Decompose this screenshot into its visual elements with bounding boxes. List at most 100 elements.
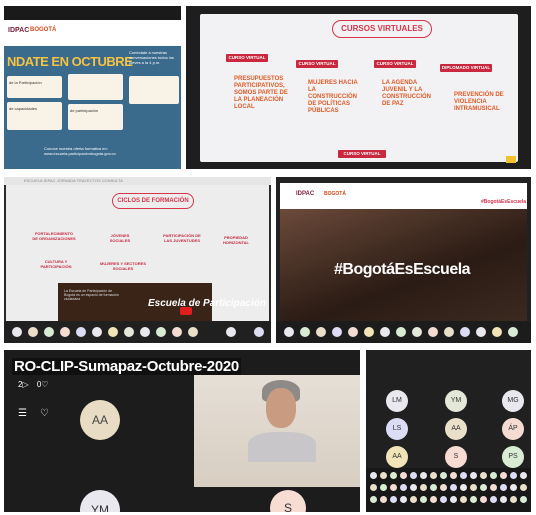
idpac-logo: IDPAC <box>8 27 30 34</box>
course-title: MUJERES HACIA LA CONSTRUCCIÓN DE POLÍTIC… <box>308 80 358 114</box>
bogota-logo: BOGOTÁ <box>30 27 57 33</box>
course-title: PREVENCIÓN DE VIOLENCIA INTRAMUSICAL <box>454 92 504 112</box>
participant-avatar <box>60 327 70 337</box>
participant-avatar <box>430 496 437 503</box>
flyer-footer: Conoce nuestra oferta formativa en: www.… <box>44 146 116 156</box>
participant-avatar <box>470 496 477 503</box>
participant-avatar: LS <box>386 418 408 440</box>
participant-avatar <box>490 472 497 479</box>
cycle-label: PARTICIPACIÓN DE LAS JUVENTUDES <box>163 233 201 243</box>
participant-avatar <box>400 496 407 503</box>
participant-avatar <box>284 327 294 337</box>
participant-avatar <box>420 496 427 503</box>
participant-avatar: ÁP <box>502 418 524 440</box>
ciclos-formacion-screenshot: ESCUELA IDPAC JORNADA TRAYECTOS CONSULTA… <box>4 177 271 343</box>
participant-avatar <box>500 472 507 479</box>
play-icon[interactable] <box>180 307 192 315</box>
escuela-flyer-screenshot: IDPAC BOGOTÁ NDATE EN OCTUBRE Conéctate … <box>4 6 181 169</box>
clip-stats: 2▷ 0♡ <box>18 380 48 389</box>
speaker-face <box>266 388 296 428</box>
participant-avatar <box>332 327 342 337</box>
clip-title: RO-CLIP-Sumapaz-Octubre-2020 <box>12 358 241 375</box>
participant-avatar: MG <box>502 390 524 412</box>
course-title: LA AGENDA JUVENIL Y LA CONSTRUCCIÓN DE P… <box>382 80 431 107</box>
participant-avatar <box>390 472 397 479</box>
cycle-label: FORTALECIMIENTO DE ORGANIZACIONES <box>32 231 76 241</box>
ciclos-title: CICLOS DE FORMACIÓN <box>112 193 194 209</box>
course-pill: CURSO VIRTUAL <box>226 54 268 62</box>
heart-icon[interactable]: ♡ <box>40 408 49 419</box>
participant-avatar <box>92 327 102 337</box>
participant-avatar <box>500 484 507 491</box>
course-pill: CURSO VIRTUAL <box>338 150 386 158</box>
card-text: de participación <box>70 108 99 113</box>
video-description: La Escuela de Participación de Bogotá es… <box>64 289 119 301</box>
participant-avatar: PS <box>502 446 524 468</box>
participant-avatar <box>480 484 487 491</box>
next-arrow-button[interactable] <box>506 156 516 163</box>
participant-avatar <box>510 496 517 503</box>
participant-avatar: AA <box>445 418 467 440</box>
flyer-header <box>4 20 181 46</box>
participant-avatar: YM <box>445 390 467 412</box>
cursos-virtuales-screenshot: CURSOS VIRTUALES CURSO VIRTUAL CURSO VIR… <box>186 6 531 169</box>
participant-avatar <box>370 472 377 479</box>
participant-avatar <box>370 484 377 491</box>
participant-avatar <box>470 484 477 491</box>
participant-avatar <box>188 327 198 337</box>
participant-avatar <box>460 496 467 503</box>
participant-avatar <box>444 327 454 337</box>
participant-avatar <box>370 496 377 503</box>
course-pill: CURSO VIRTUAL <box>374 60 416 68</box>
participant-avatar <box>380 327 390 337</box>
participant-avatar <box>508 327 518 337</box>
cycle-label: JÓVENES SOCIALES <box>109 233 131 243</box>
participant-avatar: LM <box>386 390 408 412</box>
cycle-label: CULTURA Y PARTICIPACIÓN <box>40 259 72 269</box>
flyer-right-text: Conéctate a nuestras conversaciones todo… <box>129 50 174 65</box>
flyer-card <box>68 74 123 100</box>
participant-avatar <box>400 484 407 491</box>
participant-avatar <box>500 496 507 503</box>
course-title: PRESUPUESTOS PARTICIPATIVOS, SOMOS PARTE… <box>234 76 288 110</box>
participant-avatar <box>348 327 358 337</box>
site-nav: ESCUELA IDPAC JORNADA TRAYECTOS CONSULTA <box>4 177 271 185</box>
participant-avatar <box>480 496 487 503</box>
participant-avatar <box>430 484 437 491</box>
participant-avatar <box>390 496 397 503</box>
participant-avatar <box>460 484 467 491</box>
participant-avatar-s: S <box>270 490 306 512</box>
participant-avatar <box>390 484 397 491</box>
cycle-label: PROPIEDAD HORIZONTAL <box>223 235 249 245</box>
participant-avatar <box>490 484 497 491</box>
participant-avatar <box>76 327 86 337</box>
participant-avatar <box>226 327 236 337</box>
participant-avatar <box>470 472 477 479</box>
participant-avatar <box>450 496 457 503</box>
participant-avatar <box>396 327 406 337</box>
participant-avatar-ym: YM <box>80 490 120 512</box>
participant-avatar <box>410 496 417 503</box>
participant-avatar <box>172 327 182 337</box>
bogota-logo: BOGOTÁ <box>324 191 346 197</box>
participant-avatar <box>492 327 502 337</box>
participant-avatar <box>430 472 437 479</box>
participant-avatar <box>124 327 134 337</box>
participant-avatar <box>156 327 166 337</box>
video-clip-panel: RO-CLIP-Sumapaz-Octubre-2020 2▷ 0♡ ☰ ♡ A… <box>4 350 360 512</box>
header-hashtag: #BogotáEsEscuela <box>481 199 527 205</box>
play-icon: ▷ <box>22 380 29 389</box>
list-icon[interactable]: ☰ <box>18 408 27 419</box>
site-header <box>280 183 527 209</box>
participant-avatar: AA <box>386 446 408 468</box>
participant-avatar <box>380 484 387 491</box>
participant-avatar <box>520 496 527 503</box>
participant-avatar <box>364 327 374 337</box>
participant-avatar <box>510 484 517 491</box>
participant-avatar <box>520 484 527 491</box>
cycle-label: MUJERES Y SECTORES SOCIALES <box>100 261 147 271</box>
hero-hashtag: #BogotáEsEscuela <box>334 261 471 278</box>
participant-avatar <box>440 496 447 503</box>
course-pill: CURSO VIRTUAL <box>296 60 338 68</box>
participant-avatar <box>460 472 467 479</box>
